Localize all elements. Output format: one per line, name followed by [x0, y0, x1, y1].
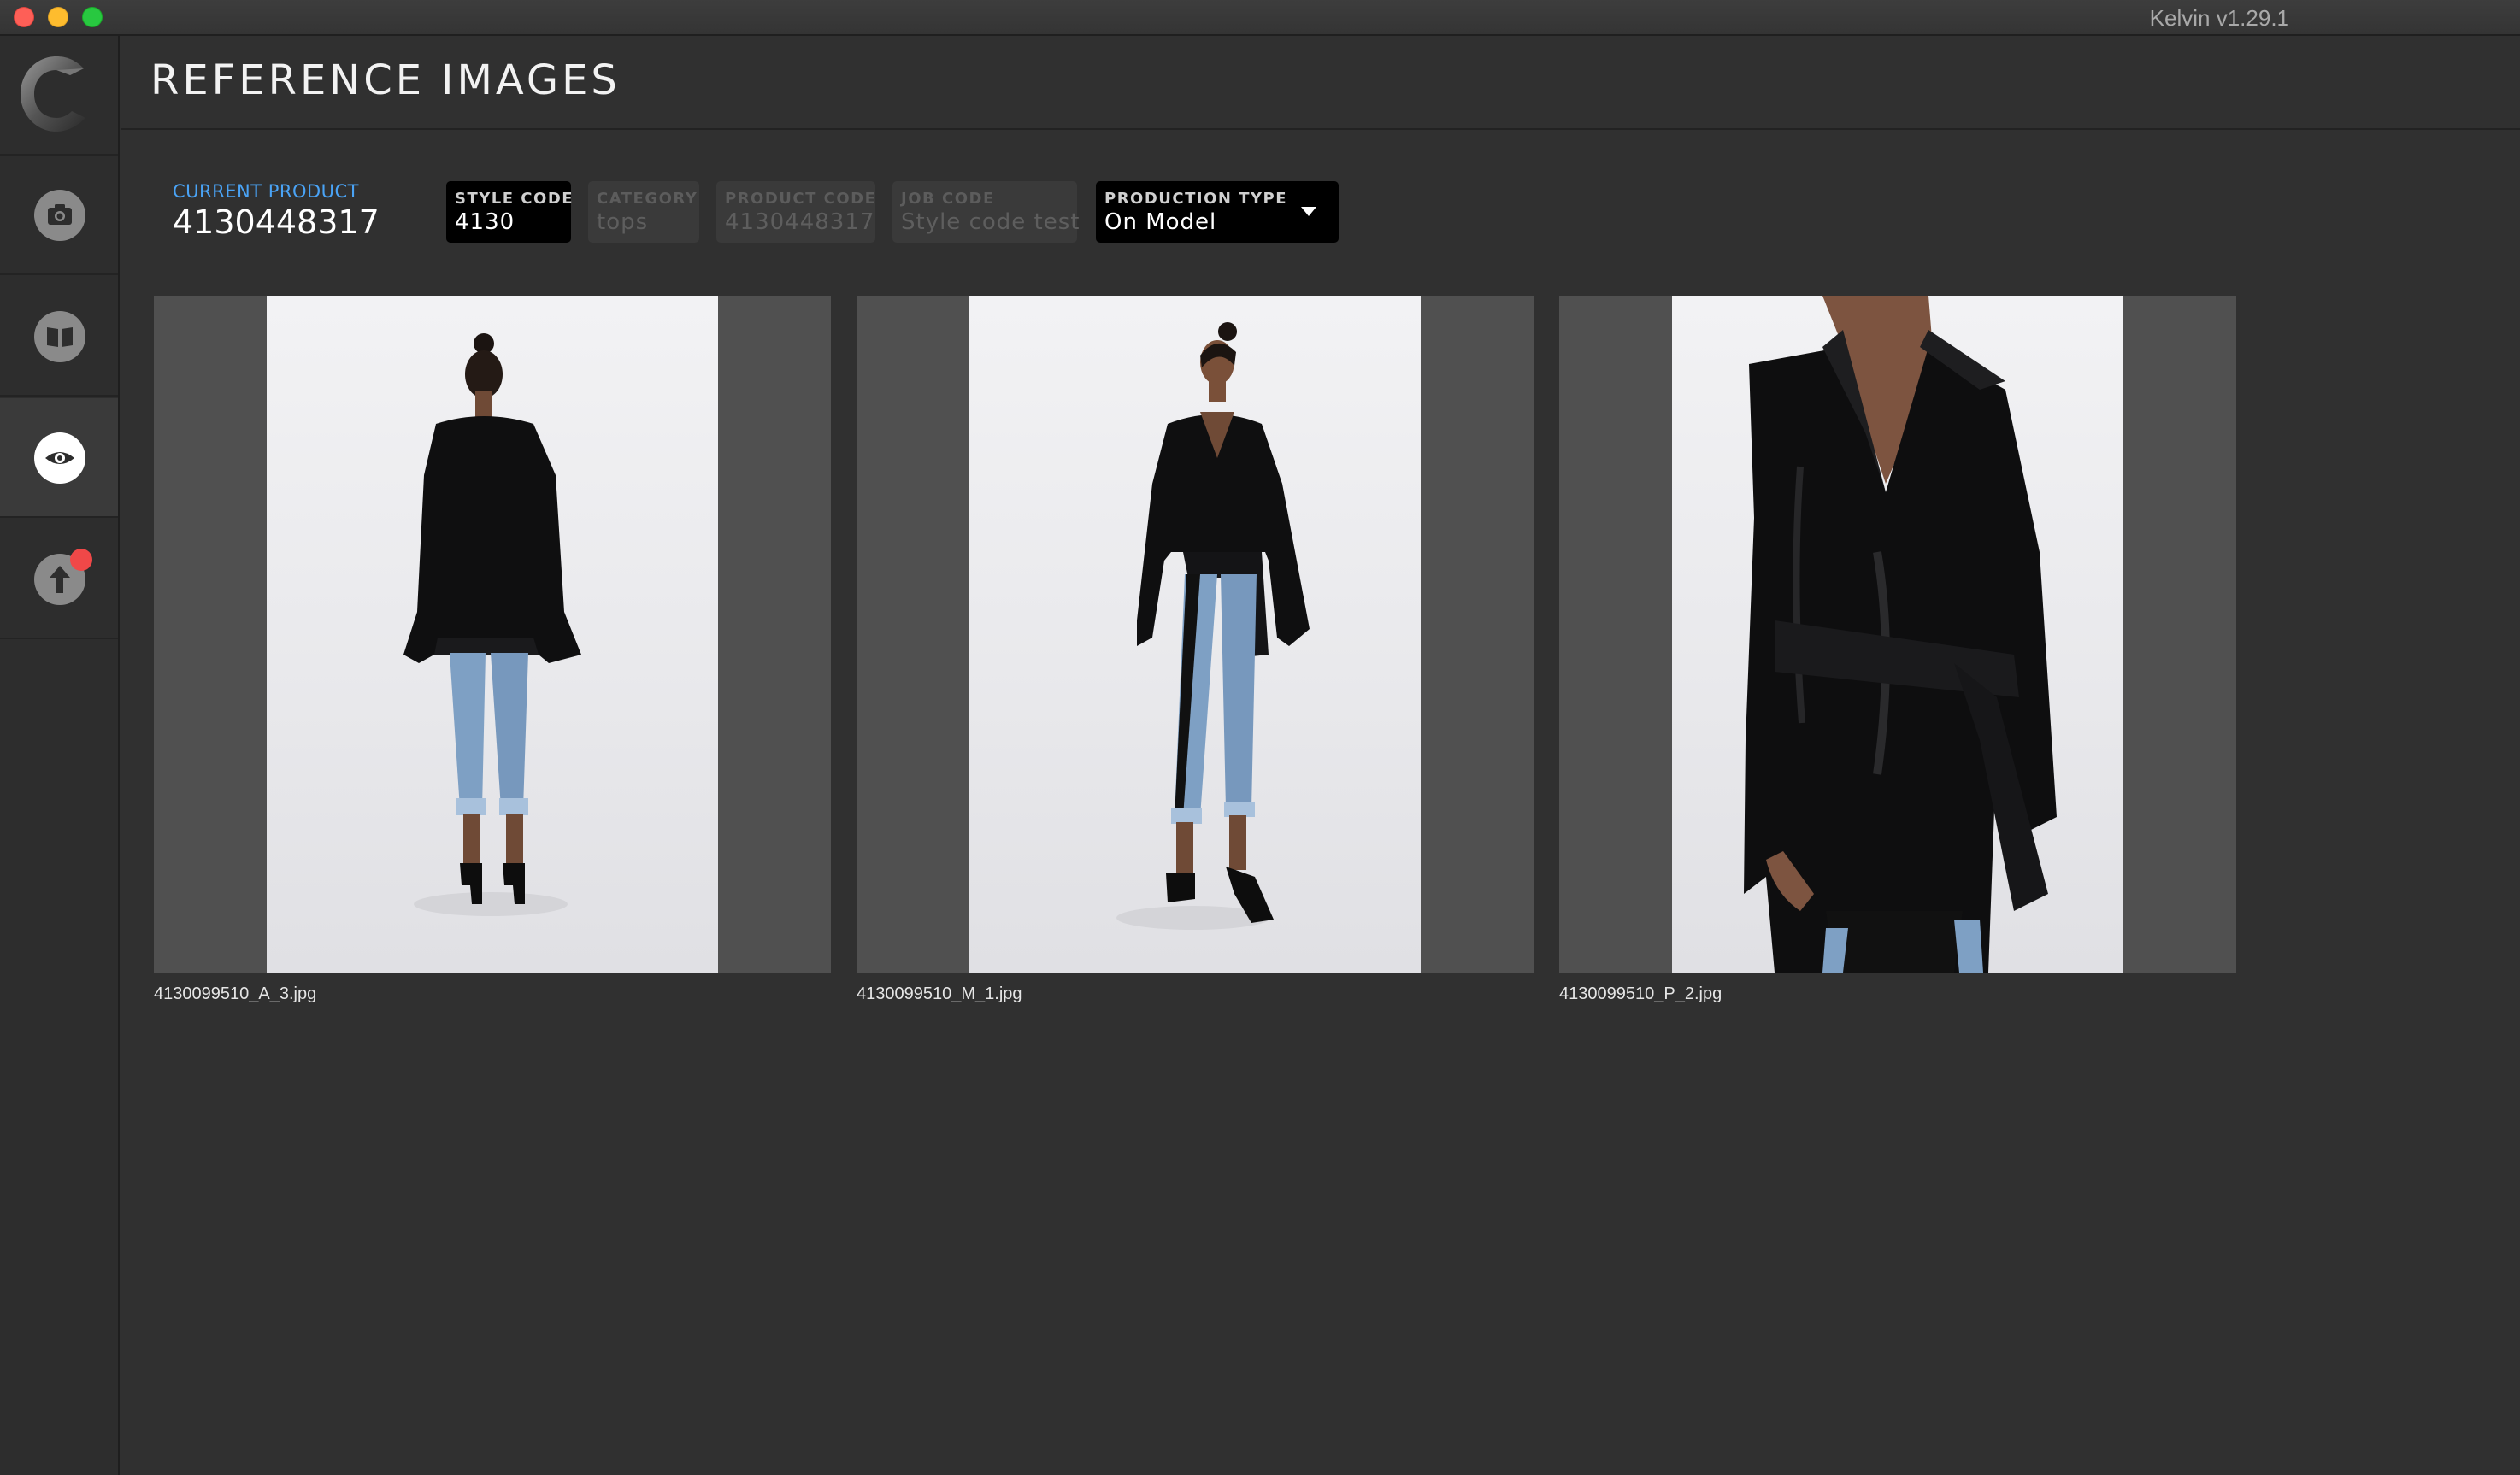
close-window-button[interactable] [14, 7, 34, 27]
style-code-value: 4130 [455, 209, 515, 235]
image-filename: 4130099510_A_3.jpg [154, 984, 317, 1003]
product-code-field: PRODUCT CODE 4130448317 [716, 181, 875, 243]
product-code-label: PRODUCT CODE [725, 190, 877, 208]
sidebar-item-capture[interactable] [0, 156, 118, 275]
production-type-select[interactable]: PRODUCTION TYPE On Model [1096, 181, 1339, 243]
image-filename: 4130099510_P_2.jpg [1559, 984, 1722, 1003]
window-titlebar: Kelvin v1.29.1 [0, 0, 2520, 36]
camera-icon [48, 204, 72, 225]
page-title: REFERENCE IMAGES [150, 56, 621, 104]
reference-image-card[interactable] [154, 296, 831, 973]
job-code-field: JOB CODE Style code test [892, 181, 1080, 243]
zoom-window-button[interactable] [82, 7, 103, 27]
sidebar-item-library[interactable] [0, 277, 118, 397]
sidebar [0, 36, 120, 1475]
category-label: CATEGORY [597, 190, 698, 208]
reference-photo-detail [1672, 296, 2123, 973]
page-header: REFERENCE IMAGES [121, 36, 2520, 130]
chevron-down-icon [1301, 207, 1316, 216]
style-code-label: STYLE CODE [455, 190, 574, 208]
production-type-value: On Model [1104, 209, 1217, 235]
minimize-window-button[interactable] [48, 7, 68, 27]
kelvin-logo-icon [21, 56, 85, 132]
current-product: CURRENT PRODUCT 4130448317 [173, 181, 380, 241]
reference-photo-back [267, 296, 718, 973]
reference-image-card[interactable] [1559, 296, 2236, 973]
reference-image-card[interactable] [857, 296, 1534, 973]
category-value: tops [597, 209, 649, 235]
product-code-value: 4130448317 [725, 209, 875, 235]
eye-icon [45, 452, 74, 464]
window-title: Kelvin v1.29.1 [2149, 5, 2289, 31]
reference-photo-front [969, 296, 1421, 973]
category-field: CATEGORY tops [588, 181, 699, 243]
production-type-label: PRODUCTION TYPE [1104, 190, 1288, 208]
app-logo [0, 36, 118, 156]
current-product-value: 4130448317 [173, 203, 380, 241]
job-code-value: Style code test [901, 209, 1080, 235]
sidebar-item-upload[interactable] [0, 520, 118, 639]
sidebar-item-reference[interactable] [0, 398, 118, 518]
notification-badge [70, 549, 92, 571]
job-code-label: JOB CODE [901, 190, 995, 208]
image-filename: 4130099510_M_1.jpg [857, 984, 1022, 1003]
book-icon [47, 327, 73, 347]
style-code-field[interactable]: STYLE CODE 4130 [446, 181, 574, 243]
current-product-label: CURRENT PRODUCT [173, 181, 360, 202]
